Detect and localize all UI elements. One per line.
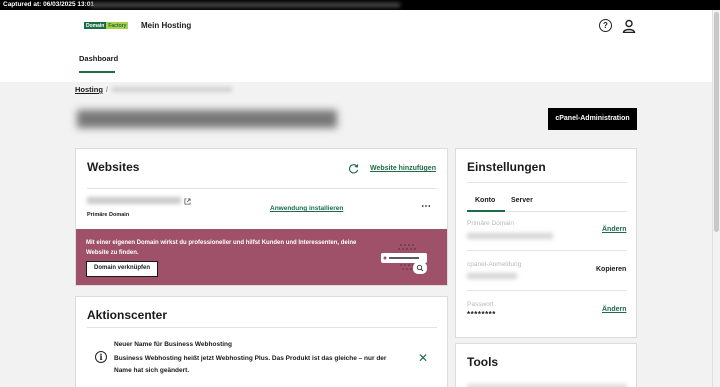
capture-timestamp: Captured at: 06/03/2025 13:01 — [3, 1, 95, 8]
active-tab-indicator — [79, 71, 115, 73]
redacted-primary-domain-value — [467, 233, 553, 239]
divider — [87, 188, 437, 189]
cpanel-administration-button[interactable]: cPanel-Administration — [548, 108, 637, 130]
user-account-icon[interactable] — [622, 19, 636, 33]
capture-timestamp-bar: Captured at: 06/03/2025 13:01 — [0, 0, 720, 10]
active-tab-indicator — [467, 210, 505, 212]
websites-card: Websites Website hinzufügen Primäre Doma… — [75, 148, 448, 286]
nav-tab-dashboard[interactable]: Dashboard — [79, 54, 118, 63]
add-website-link[interactable]: Website hinzufügen — [370, 165, 436, 172]
tab-server[interactable]: Server — [511, 197, 533, 204]
browser-search-illustration-icon — [381, 244, 427, 274]
tools-heading: Tools — [467, 355, 499, 369]
install-application-link[interactable]: Anwendung installieren — [270, 205, 343, 212]
password-value: ******** — [467, 310, 496, 319]
primary-domain-setting-label: Primäre Domain — [467, 220, 514, 227]
breadcrumb: Hosting / — [75, 85, 108, 94]
logo-text-right: Factory — [106, 22, 129, 29]
change-primary-domain-link[interactable]: Ändern — [602, 226, 627, 233]
notice-title: Neuer Name für Business Webhosting — [114, 341, 232, 348]
divider — [467, 250, 627, 251]
divider — [87, 327, 437, 328]
change-password-link[interactable]: Ändern — [602, 306, 627, 313]
copy-cpanel-login-button[interactable]: Kopieren — [596, 266, 626, 273]
primary-domain-label: Primäre Domain — [87, 212, 130, 218]
divider — [467, 290, 627, 291]
app-title: Mein Hosting — [141, 21, 192, 30]
notice-body: Business Webhosting heißt jetzt Webhosti… — [114, 355, 387, 374]
info-icon: i — [95, 351, 107, 363]
page-scrollbar[interactable] — [712, 10, 720, 387]
redacted-page-title-domain — [77, 110, 337, 128]
refresh-icon[interactable] — [348, 163, 359, 174]
external-link-icon[interactable] — [184, 198, 191, 205]
scrollbar-thumb[interactable] — [714, 12, 719, 232]
help-icon[interactable]: ? — [599, 19, 612, 32]
cpanel-login-label: cpanel-Anmeldung — [467, 261, 522, 268]
top-header: Domain Factory Mein Hosting ? Dashboard — [0, 10, 712, 82]
breadcrumb-hosting-link[interactable]: Hosting — [75, 85, 103, 94]
redacted-cpanel-username — [467, 273, 517, 279]
domain-promo-banner: Mit einer eigenen Domain wirkst du profe… — [76, 229, 447, 285]
redacted-site-url[interactable] — [87, 197, 181, 204]
action-center-heading: Aktionscenter — [87, 308, 168, 322]
redacted-breadcrumb-domain — [112, 87, 232, 92]
divider — [467, 182, 627, 183]
tab-konto[interactable]: Konto — [475, 197, 495, 204]
brand-logo[interactable]: Domain Factory — [84, 22, 129, 29]
promo-text: Mit einer eigenen Domain wirkst du profe… — [86, 240, 357, 256]
close-icon[interactable]: ✕ — [418, 352, 428, 364]
more-options-icon[interactable]: ⋯ — [421, 201, 432, 212]
action-center-card: Aktionscenter i Neuer Name für Business … — [75, 296, 448, 387]
tools-card: Tools — [455, 343, 637, 387]
logo-text-left: Domain — [84, 22, 107, 29]
redacted-title-area — [90, 3, 400, 7]
connect-domain-button[interactable]: Domain verknüpfen — [86, 261, 158, 277]
breadcrumb-separator: / — [105, 85, 109, 94]
settings-card: Einstellungen Konto Server Primäre Domai… — [455, 148, 637, 338]
websites-heading: Websites — [87, 160, 140, 174]
password-label: Passwort — [467, 301, 494, 308]
settings-heading: Einstellungen — [467, 160, 546, 174]
